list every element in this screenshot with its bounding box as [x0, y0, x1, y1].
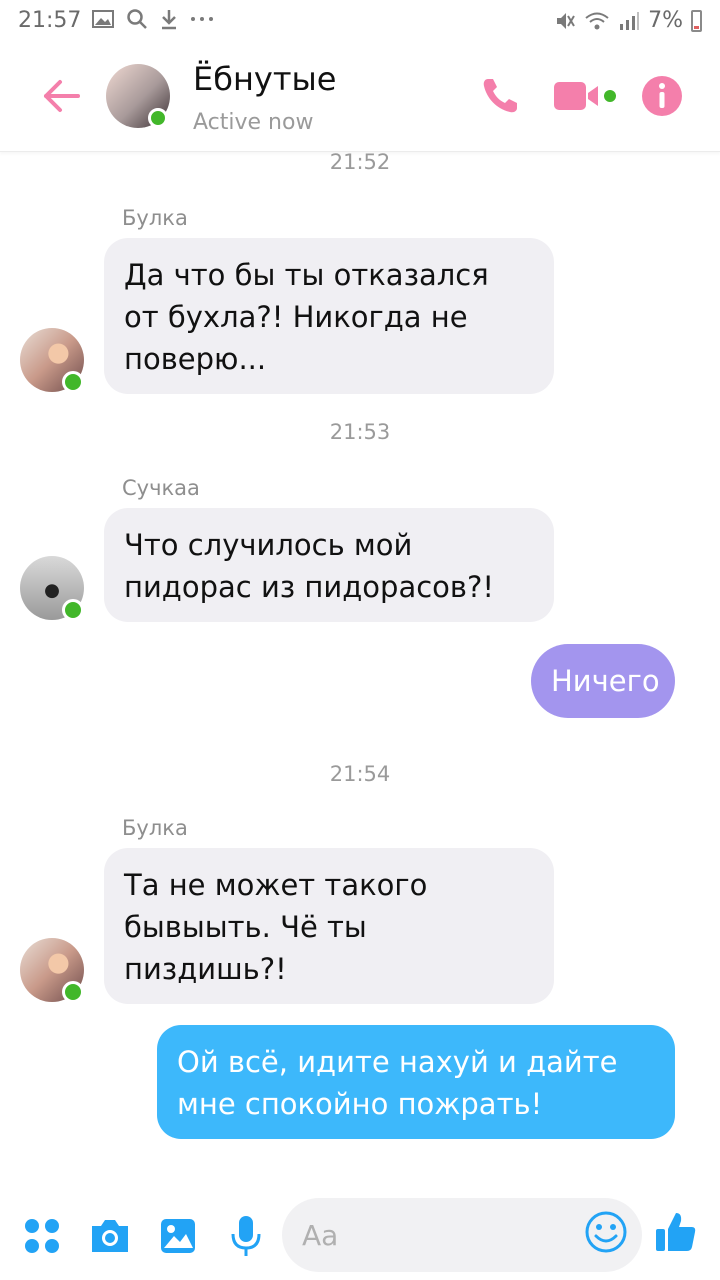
incoming-message[interactable]: Да что бы ты отказался от бухла?! Никогд…: [104, 238, 554, 394]
camera-button[interactable]: [86, 1212, 134, 1260]
incoming-message[interactable]: Та не может такого бывыыть. Чё ты пиздиш…: [104, 848, 554, 1004]
message-line: поверю...: [124, 342, 267, 376]
signal-icon: [620, 11, 640, 30]
status-left-icons: [92, 8, 214, 30]
battery-percent: 7%: [648, 8, 683, 33]
sender-name: Булка: [122, 816, 188, 840]
microphone-icon: [231, 1216, 261, 1256]
message-timestamp: 21:54: [329, 762, 391, 786]
message-composer: [0, 1192, 720, 1280]
message-timestamp: 21:53: [329, 420, 391, 444]
wifi-icon: [585, 12, 609, 29]
status-bar: 21:57 7%: [0, 0, 720, 44]
message-line: бывыыть. Чё ты: [124, 910, 367, 944]
message-input[interactable]: [302, 1212, 572, 1258]
search-notification-icon: [127, 9, 147, 29]
gallery-button[interactable]: [154, 1212, 202, 1260]
sender-online-indicator: [62, 981, 84, 1003]
battery-icon: [691, 9, 702, 32]
sender-name: Булка: [122, 206, 188, 230]
sender-online-indicator: [62, 599, 84, 621]
phone-icon: [483, 79, 517, 113]
video-camera-icon: [554, 82, 616, 110]
more-apps-button[interactable]: [18, 1212, 66, 1260]
status-time: 21:57: [18, 8, 82, 33]
group-online-indicator: [148, 108, 168, 128]
sender-name: Сучкаа: [122, 476, 200, 500]
emoji-icon: [585, 1211, 627, 1253]
message-line: Ой всё, идите нахуй и дайте: [177, 1045, 618, 1079]
back-button[interactable]: [40, 74, 84, 118]
download-notification-icon: [162, 10, 176, 30]
voice-call-button[interactable]: [476, 72, 524, 120]
message-line: пиздишь?!: [124, 952, 287, 986]
like-button[interactable]: [652, 1208, 700, 1256]
thumbs-up-icon: [656, 1213, 696, 1251]
emoji-button[interactable]: [584, 1210, 632, 1258]
image-notification-icon: [92, 10, 114, 28]
message-input-wrapper: [282, 1198, 642, 1272]
message-line: Ничего: [551, 664, 660, 698]
more-notifications-icon: [191, 17, 213, 21]
mute-icon: [557, 12, 575, 29]
message-line: от бухла?! Никогда не: [124, 300, 468, 334]
video-call-button[interactable]: [552, 72, 618, 120]
sender-online-indicator: [62, 371, 84, 393]
message-line: мне спокойно пожрать!: [177, 1087, 543, 1121]
outgoing-message[interactable]: Ничего: [531, 644, 675, 718]
info-icon: [642, 76, 682, 116]
back-arrow-icon: [44, 80, 80, 112]
apps-icon: [25, 1219, 59, 1253]
camera-icon: [92, 1220, 128, 1252]
status-right-icons: 7%: [554, 8, 702, 33]
incoming-message[interactable]: Что случилось мой пидорас из пидорасов?!: [104, 508, 554, 622]
chat-active-status: Active now: [193, 110, 314, 135]
message-line: Что случилось мой: [124, 528, 413, 562]
message-line: Та не может такого: [124, 868, 428, 902]
gallery-icon: [161, 1219, 195, 1253]
chat-header: Ёбнутые Active now: [0, 44, 720, 152]
voice-message-button[interactable]: [222, 1212, 270, 1260]
outgoing-message[interactable]: Ой всё, идите нахуй и дайте мне спокойно…: [157, 1025, 675, 1139]
message-timestamp: 21:52: [329, 150, 391, 174]
message-line: Да что бы ты отказался: [124, 258, 489, 292]
chat-title[interactable]: Ёбнутые: [193, 60, 336, 98]
message-line: пидорас из пидорасов?!: [124, 570, 495, 604]
info-button[interactable]: [638, 72, 686, 120]
